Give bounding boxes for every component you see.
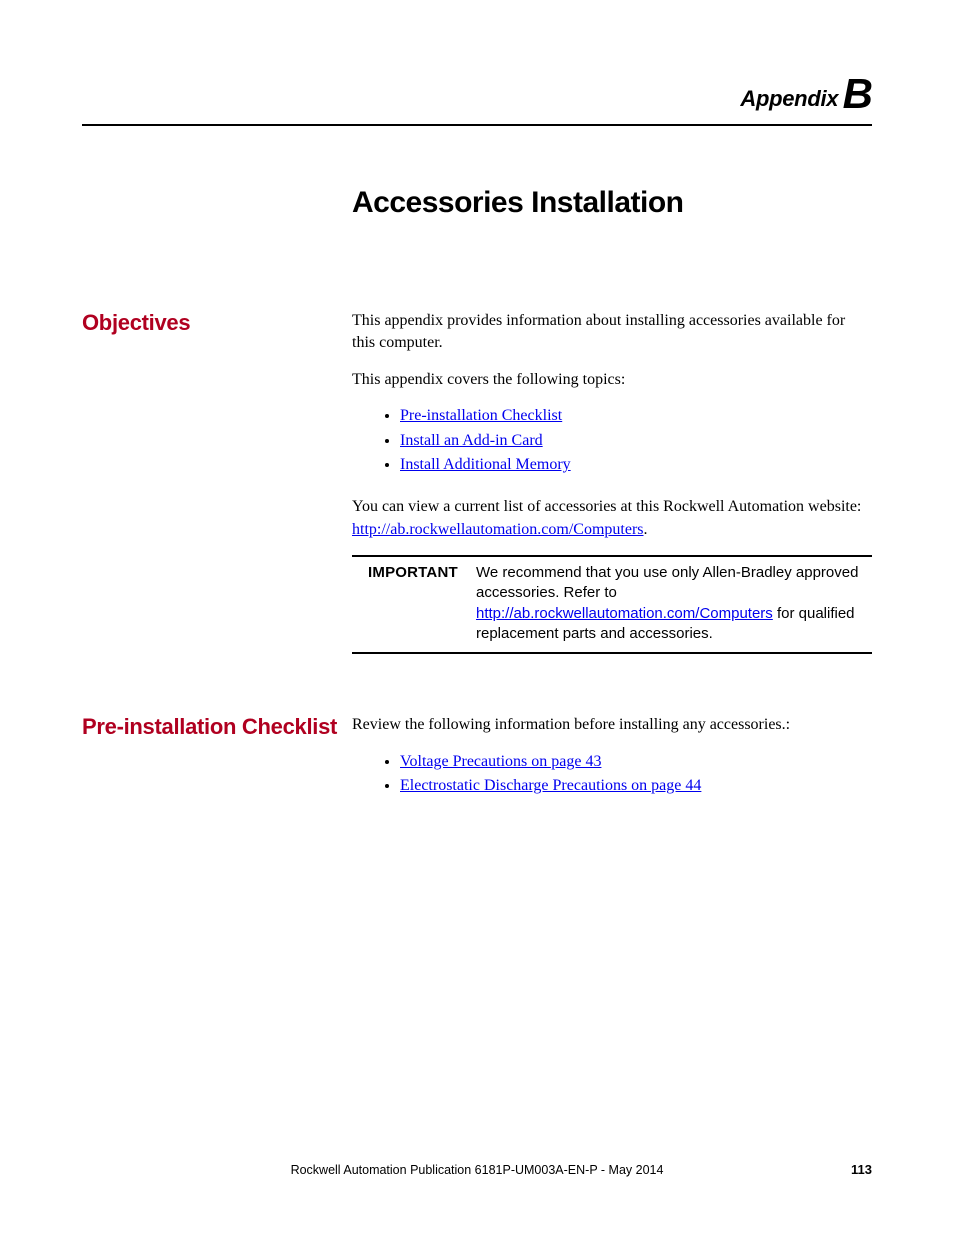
body-objectives: This appendix provides information about… [352,310,872,654]
link-install-additional-memory[interactable]: Install Additional Memory [400,456,571,473]
callout-label: IMPORTANT [356,563,476,644]
list-item: Install Additional Memory [400,454,872,476]
important-callout: IMPORTANT We recommend that you use only… [352,555,872,654]
callout-body: We recommend that you use only Allen-Bra… [476,563,868,644]
accessories-site-tail: . [644,521,648,538]
link-rockwell-computers-callout[interactable]: http://ab.rockwellautomation.com/Compute… [476,605,773,622]
heading-preinstall: Pre-installation Checklist [82,714,352,817]
preinstall-list: Voltage Precautions on page 43 Electrost… [352,751,872,798]
link-voltage-precautions[interactable]: Voltage Precautions on page 43 [400,753,601,770]
body-preinstall: Review the following information before … [352,714,872,817]
preinstall-intro: Review the following information before … [352,714,872,736]
objectives-topics-intro: This appendix covers the following topic… [352,369,872,391]
accessories-site-text: You can view a current list of accessori… [352,498,861,515]
link-install-addin-card[interactable]: Install an Add-in Card [400,432,543,449]
link-preinstall-checklist[interactable]: Pre-installation Checklist [400,407,562,424]
appendix-letter: B [843,70,872,117]
section-objectives: Objectives This appendix provides inform… [82,310,872,654]
appendix-header: Appendix B [82,70,872,118]
link-rockwell-computers[interactable]: http://ab.rockwellautomation.com/Compute… [352,521,644,538]
objectives-intro: This appendix provides information about… [352,310,872,355]
link-esd-precautions[interactable]: Electrostatic Discharge Precautions on p… [400,777,701,794]
list-item: Voltage Precautions on page 43 [400,751,872,773]
callout-text-a: We recommend that you use only Allen-Bra… [476,564,858,601]
accessories-site-note: You can view a current list of accessori… [352,496,872,541]
footer-text: Rockwell Automation Publication 6181P-UM… [0,1163,954,1177]
header-divider [82,124,872,126]
list-item: Pre-installation Checklist [400,405,872,427]
list-item: Electrostatic Discharge Precautions on p… [400,775,872,797]
page-number: 113 [851,1162,872,1177]
section-preinstall: Pre-installation Checklist Review the fo… [82,714,872,817]
heading-objectives: Objectives [82,310,352,654]
list-item: Install an Add-in Card [400,430,872,452]
appendix-label: Appendix [740,86,838,111]
topics-list: Pre-installation Checklist Install an Ad… [352,405,872,476]
page-title: Accessories Installation [352,186,872,220]
